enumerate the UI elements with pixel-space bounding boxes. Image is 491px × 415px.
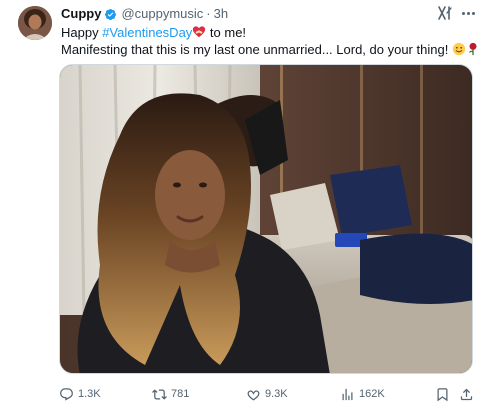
tweet-text-line-2: Manifesting that this is my last one unm… — [61, 41, 477, 58]
verified-badge-icon — [105, 8, 117, 20]
tweet-card[interactable]: Cuppy @cuppymusic · 3h Happy #Valentines… — [0, 0, 491, 415]
rose-emoji-icon — [468, 42, 477, 56]
views-count: 162K — [359, 388, 385, 400]
repost-count: 781 — [171, 388, 190, 400]
grok-icon[interactable] — [437, 5, 453, 21]
author-display-name[interactable]: Cuppy — [61, 6, 101, 22]
separator-dot: · — [206, 6, 211, 21]
views-chart-icon — [342, 388, 353, 400]
tweet-photo[interactable] — [59, 64, 473, 374]
tweet-text-line-1: Happy #ValentinesDay to me! — [61, 24, 476, 41]
tweet-actions: 1.3K 781 9.3K 162K — [59, 383, 479, 405]
smiling-face-emoji-icon — [452, 42, 466, 56]
views-button[interactable]: 162K — [340, 383, 385, 405]
more-options-icon[interactable] — [460, 6, 476, 20]
reply-count: 1.3K — [78, 388, 101, 400]
repost-icon — [152, 388, 167, 400]
avatar[interactable] — [18, 6, 52, 40]
heart-icon — [247, 389, 260, 400]
hashtag-link[interactable]: #ValentinesDay — [102, 25, 192, 40]
tweet-header: Cuppy @cuppymusic · 3h — [61, 6, 228, 22]
share-button[interactable] — [459, 383, 478, 405]
reply-button[interactable]: 1.3K — [59, 383, 101, 405]
tweet-text: Happy #ValentinesDay to me! Manifesting … — [61, 24, 477, 58]
bookmark-icon — [437, 387, 448, 401]
text-prefix: Happy — [61, 25, 103, 40]
share-icon — [460, 388, 473, 400]
repost-button[interactable]: 781 — [152, 383, 189, 405]
heart-ribbon-emoji-icon — [193, 26, 206, 38]
bookmark-button[interactable] — [435, 383, 454, 405]
text-line-2: Manifesting that this is my last one unm… — [61, 42, 452, 57]
author-handle[interactable]: @cuppymusic — [121, 6, 203, 22]
like-count: 9.3K — [265, 388, 288, 400]
tweet-timestamp[interactable]: 3h — [214, 6, 228, 22]
reply-icon — [60, 387, 73, 401]
text-suffix: to me! — [206, 25, 247, 40]
photo-image — [60, 65, 472, 373]
like-button[interactable]: 9.3K — [246, 383, 288, 405]
